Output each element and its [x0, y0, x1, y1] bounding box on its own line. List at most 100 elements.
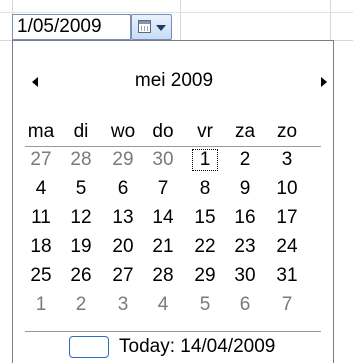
- day-cell[interactable]: 1: [21, 294, 61, 316]
- day-cell[interactable]: 4: [143, 294, 183, 316]
- day-number: 4: [35, 178, 47, 199]
- calendar-popup: mei 2009 ma di wo do vr za zo 27 28 29 30 1 2 3 4 5 6 7 8…: [12, 40, 334, 363]
- day-number: 1: [191, 149, 219, 171]
- day-number: 29: [194, 265, 216, 286]
- day-cell[interactable]: 28: [143, 265, 183, 287]
- day-number: 4: [157, 294, 169, 315]
- day-number: 31: [276, 265, 298, 286]
- day-cell[interactable]: 16: [225, 207, 265, 229]
- day-cell[interactable]: 13: [103, 207, 143, 229]
- day-cell[interactable]: 11: [21, 207, 61, 229]
- day-number: 5: [75, 178, 87, 199]
- day-number: 14: [152, 207, 174, 228]
- day-cell[interactable]: 29: [185, 265, 225, 287]
- weekday-label: ma: [27, 121, 55, 142]
- day-cell[interactable]: 23: [225, 236, 265, 258]
- today-row[interactable]: Today: 14/04/2009: [13, 333, 335, 361]
- day-cell[interactable]: 18: [21, 236, 61, 258]
- day-number: 13: [112, 207, 134, 228]
- today-label[interactable]: Today: 14/04/2009: [119, 333, 275, 361]
- day-number: 22: [194, 236, 216, 257]
- day-cell[interactable]: 31: [267, 265, 307, 287]
- day-number: 16: [234, 207, 256, 228]
- day-cell[interactable]: 27: [103, 265, 143, 287]
- grid-line: [180, 0, 181, 40]
- day-cell[interactable]: 7: [143, 178, 183, 200]
- day-number: 23: [234, 236, 256, 257]
- day-cell[interactable]: 20: [103, 236, 143, 258]
- day-cell[interactable]: 3: [267, 149, 307, 171]
- day-cell[interactable]: 12: [61, 207, 101, 229]
- weekday-label: di: [73, 121, 89, 142]
- day-cell[interactable]: 8: [185, 178, 225, 200]
- day-number: 15: [194, 207, 216, 228]
- grid-line: [330, 0, 331, 40]
- day-cell[interactable]: 30: [225, 265, 265, 287]
- day-number: 19: [70, 236, 92, 257]
- day-cell-selected[interactable]: 1: [185, 149, 225, 171]
- day-number: 6: [239, 294, 251, 315]
- day-number: 17: [276, 207, 298, 228]
- date-input[interactable]: 1/05/2009: [12, 14, 131, 40]
- day-number: 27: [112, 265, 134, 286]
- day-cell[interactable]: 26: [61, 265, 101, 287]
- day-cell[interactable]: 6: [225, 294, 265, 316]
- chevron-down-icon: [156, 25, 166, 31]
- day-number: 6: [117, 178, 129, 199]
- calendar-icon: [138, 20, 151, 33]
- day-number: 3: [281, 149, 293, 170]
- day-cell[interactable]: 6: [103, 178, 143, 200]
- day-number: 26: [70, 265, 92, 286]
- day-cell[interactable]: 10: [267, 178, 307, 200]
- day-cell[interactable]: 9: [225, 178, 265, 200]
- day-number: 3: [117, 294, 129, 315]
- day-cell[interactable]: 4: [21, 178, 61, 200]
- day-cell[interactable]: 7: [267, 294, 307, 316]
- day-cell[interactable]: 22: [185, 236, 225, 258]
- day-cell[interactable]: 15: [185, 207, 225, 229]
- day-number: 11: [31, 207, 51, 228]
- today-separator: [25, 331, 321, 332]
- day-number: 30: [234, 265, 256, 286]
- calendar-dropdown-button[interactable]: [131, 14, 172, 40]
- triangle-right-icon[interactable]: [321, 77, 327, 87]
- day-number: 8: [199, 178, 211, 199]
- day-cell[interactable]: 21: [143, 236, 183, 258]
- day-cell[interactable]: 3: [103, 294, 143, 316]
- day-cell[interactable]: 30: [143, 149, 183, 171]
- day-number: 30: [152, 149, 174, 170]
- day-cell[interactable]: 27: [21, 149, 61, 171]
- day-cell[interactable]: 17: [267, 207, 307, 229]
- day-number: 2: [75, 294, 87, 315]
- day-cell[interactable]: 25: [21, 265, 61, 287]
- day-number: 1: [35, 294, 47, 315]
- today-indicator: [69, 336, 109, 358]
- day-number: 7: [157, 178, 169, 199]
- day-number: 28: [152, 265, 174, 286]
- day-number: 21: [152, 236, 174, 257]
- weekday-label: vr: [197, 121, 213, 142]
- day-cell[interactable]: 24: [267, 236, 307, 258]
- day-cell[interactable]: 28: [61, 149, 101, 171]
- weekday-label: do: [152, 121, 174, 142]
- day-cell[interactable]: 2: [225, 149, 265, 171]
- day-number: 27: [30, 149, 52, 170]
- day-number: 28: [70, 149, 92, 170]
- day-cell[interactable]: 2: [61, 294, 101, 316]
- day-number: 12: [70, 207, 92, 228]
- day-number: 18: [30, 236, 52, 257]
- weekday-label: wo: [110, 121, 136, 142]
- day-number: 2: [239, 149, 251, 170]
- weekday-label: za: [234, 121, 256, 142]
- day-cell[interactable]: 19: [61, 236, 101, 258]
- weekday-label: zo: [276, 121, 298, 142]
- day-number: 5: [199, 294, 211, 315]
- day-cell[interactable]: 5: [61, 178, 101, 200]
- day-cell[interactable]: 29: [103, 149, 143, 171]
- day-cell[interactable]: 14: [143, 207, 183, 229]
- day-number: 9: [239, 178, 251, 199]
- month-title[interactable]: mei 2009: [13, 67, 335, 95]
- day-number: 29: [112, 149, 134, 170]
- day-number: 24: [276, 236, 298, 257]
- day-cell[interactable]: 5: [185, 294, 225, 316]
